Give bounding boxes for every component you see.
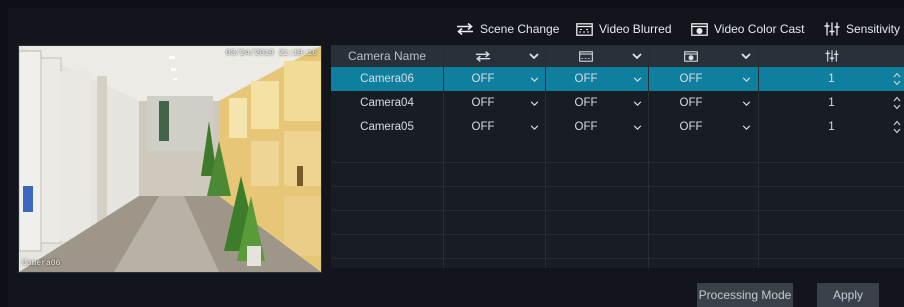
scene-change-select[interactable]: OFF xyxy=(443,91,523,115)
chevron-down-icon xyxy=(633,124,641,130)
sensitivity-value[interactable]: 1 xyxy=(759,91,904,115)
scene-change-dropdown-arrow[interactable] xyxy=(523,67,545,91)
scene-change-dropdown-arrow[interactable] xyxy=(523,91,545,115)
legend-video-blurred: Video Blurred xyxy=(576,22,672,36)
video-blurred-dropdown-arrow[interactable] xyxy=(627,115,647,139)
apply-button[interactable]: Apply xyxy=(817,283,879,307)
empty-row xyxy=(331,211,904,235)
video-color-cast-select[interactable]: OFF xyxy=(649,67,733,91)
osd-camera-label: Camera06 xyxy=(22,259,61,268)
video-blurred-dropdown-arrow[interactable] xyxy=(627,91,647,115)
video-blurred-icon xyxy=(576,22,593,36)
video-color-cast-select[interactable]: OFF xyxy=(649,115,733,139)
chevron-down-icon xyxy=(530,100,538,106)
chevron-down-icon xyxy=(529,53,539,59)
legend-video-blurred-label: Video Blurred xyxy=(599,22,672,36)
table-row[interactable]: Camera06 OFF OFF OFF 1 xyxy=(331,67,904,91)
scene-change-icon xyxy=(457,23,473,35)
chevron-down-icon xyxy=(742,124,750,130)
sensitivity-spinner-icon[interactable] xyxy=(893,71,901,87)
corridor-image xyxy=(19,46,321,272)
header-scene-change[interactable] xyxy=(443,45,523,67)
empty-row xyxy=(331,187,904,211)
chevron-down-icon xyxy=(530,124,538,130)
video-blurred-icon xyxy=(579,50,593,62)
camera-name-cell: Camera06 xyxy=(360,73,414,85)
empty-row xyxy=(331,139,904,163)
table-row[interactable]: Camera04 OFF OFF OFF 1 xyxy=(331,91,904,115)
empty-row xyxy=(331,163,904,187)
chevron-down-icon xyxy=(633,76,641,82)
sensitivity-value[interactable]: 1 xyxy=(759,115,904,139)
osd-timestamp: 03/24/2019 21:19:16 xyxy=(225,49,317,58)
camera-name-cell: Camera05 xyxy=(360,121,414,133)
table-row[interactable]: Camera05 OFF OFF OFF 1 xyxy=(331,115,904,139)
header-camera-name: Camera Name xyxy=(347,49,427,63)
chevron-down-icon xyxy=(741,53,751,59)
sensitivity-spinner-icon[interactable] xyxy=(893,95,901,111)
video-blurred-dropdown-arrow[interactable] xyxy=(627,67,647,91)
header-video-color-cast[interactable] xyxy=(649,45,733,67)
chevron-down-icon xyxy=(742,76,750,82)
sensitivity-icon xyxy=(825,50,838,62)
scene-change-select[interactable]: OFF xyxy=(443,67,523,91)
video-color-cast-select[interactable]: OFF xyxy=(649,91,733,115)
chevron-down-icon xyxy=(632,53,642,59)
video-blurred-bulk-dropdown[interactable] xyxy=(627,45,647,67)
scene-change-bulk-dropdown[interactable] xyxy=(523,45,545,67)
legend-scene-change: Scene Change xyxy=(456,22,559,36)
chevron-down-icon xyxy=(633,100,641,106)
column-divider xyxy=(648,45,649,268)
sensitivity-spinner-icon[interactable] xyxy=(893,119,901,135)
legend-sensitivity: Sensitivity xyxy=(824,22,900,36)
camera-preview[interactable]: 03/24/2019 21:19:16 Camera06 xyxy=(18,45,322,273)
video-color-cast-dropdown-arrow[interactable] xyxy=(735,91,757,115)
legend-scene-change-label: Scene Change xyxy=(480,22,560,36)
legend-video-color-cast: Video Color Cast xyxy=(691,22,805,36)
video-color-cast-icon xyxy=(684,50,698,62)
empty-row xyxy=(331,235,904,259)
column-divider xyxy=(545,45,546,268)
table-header: Camera Name xyxy=(331,45,904,67)
chevron-down-icon xyxy=(742,100,750,106)
video-color-cast-bulk-dropdown[interactable] xyxy=(735,45,757,67)
scene-change-dropdown-arrow[interactable] xyxy=(523,115,545,139)
video-blurred-select[interactable]: OFF xyxy=(546,115,626,139)
video-color-cast-dropdown-arrow[interactable] xyxy=(735,67,757,91)
video-color-cast-icon xyxy=(691,22,708,36)
scene-change-select[interactable]: OFF xyxy=(443,115,523,139)
header-sensitivity[interactable] xyxy=(759,45,904,67)
scene-change-icon xyxy=(475,50,491,62)
column-divider xyxy=(443,45,444,268)
camera-name-cell: Camera04 xyxy=(360,97,414,109)
video-color-cast-dropdown-arrow[interactable] xyxy=(735,115,757,139)
exception-settings-table: Camera Name Camera06 OFF OFF OFF 1 Camer… xyxy=(331,45,904,268)
legend-video-color-cast-label: Video Color Cast xyxy=(714,22,805,36)
sensitivity-value[interactable]: 1 xyxy=(759,67,904,91)
chevron-down-icon xyxy=(530,76,538,82)
legend-sensitivity-label: Sensitivity xyxy=(846,22,901,36)
header-video-blurred[interactable] xyxy=(546,45,626,67)
sensitivity-icon xyxy=(824,22,840,36)
video-blurred-select[interactable]: OFF xyxy=(546,67,626,91)
video-blurred-select[interactable]: OFF xyxy=(546,91,626,115)
column-divider xyxy=(758,45,759,268)
processing-mode-button[interactable]: Processing Mode xyxy=(697,283,793,307)
